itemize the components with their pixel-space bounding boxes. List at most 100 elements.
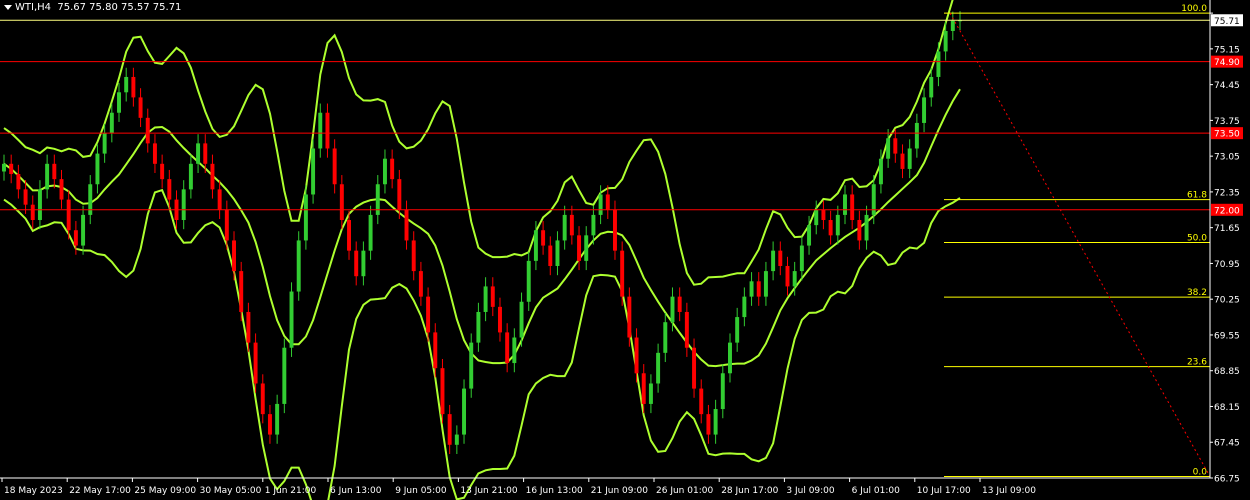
time-tick-label: 18 May 2023 <box>4 486 63 496</box>
candle-body <box>296 240 301 292</box>
fib-level-label: 61.8 <box>1187 191 1207 201</box>
candle-body <box>9 163 14 175</box>
candle-body <box>749 281 754 297</box>
candle-body <box>354 250 359 277</box>
candle-body <box>368 214 373 251</box>
candle-body <box>404 209 409 241</box>
candle-body <box>505 332 510 364</box>
candle-body <box>203 143 208 164</box>
price-chart[interactable]: 74.90 73.50 72.00 100.0 61.8 50.0 38.2 23.6 0.0 7… <box>0 0 1250 500</box>
candle-body <box>814 209 819 226</box>
candle-body <box>311 148 316 195</box>
candle-body <box>347 220 351 251</box>
candle-body <box>196 143 201 164</box>
symbol-header: WTI,H4 75.67 75.80 75.57 75.71 <box>4 2 181 13</box>
candle-body <box>95 153 100 185</box>
candle-body <box>735 317 740 343</box>
price-tick-label: 75.15 <box>1214 45 1240 55</box>
price-tick-label: 69.55 <box>1214 331 1240 341</box>
candle-body <box>282 347 287 404</box>
candle-body <box>886 138 891 159</box>
candle-body <box>433 332 438 369</box>
time-tick-label: 3 Jul 09:00 <box>786 486 835 496</box>
candle-body <box>117 92 121 113</box>
candle-body <box>88 184 93 215</box>
candle-body <box>720 373 725 410</box>
candle-body <box>699 388 704 415</box>
candle-body <box>390 158 395 180</box>
candle-body <box>447 414 452 445</box>
candle-body <box>217 189 222 210</box>
fib-trend-line <box>949 12 1211 477</box>
price-tick-label: 68.15 <box>1214 403 1240 413</box>
time-tick-label: 26 Jun 01:00 <box>656 486 713 496</box>
price-tick-label: 70.25 <box>1214 296 1240 306</box>
candle-body <box>728 342 732 374</box>
candle-body <box>512 337 517 364</box>
candle-body <box>548 245 553 266</box>
candle-body <box>936 51 941 77</box>
fib-level-label: 50.0 <box>1187 233 1207 243</box>
candle-body <box>59 179 64 200</box>
candle-body <box>569 214 574 236</box>
candle-body <box>900 153 905 169</box>
candle-body <box>426 296 431 333</box>
candle-body <box>30 204 35 221</box>
candle-body <box>66 199 71 231</box>
price-tick-label: 73.75 <box>1214 117 1240 127</box>
candle-body <box>799 245 804 272</box>
candle-body <box>821 209 826 221</box>
candle-body <box>656 352 661 384</box>
candle-body <box>138 97 143 118</box>
candle-body <box>52 163 57 180</box>
candle-body <box>332 148 337 185</box>
price-tick-label: 73.05 <box>1214 153 1240 163</box>
time-tick-label: 28 Jun 17:00 <box>721 486 778 496</box>
fib-level-label: 23.6 <box>1187 358 1207 368</box>
candle-body <box>871 184 876 215</box>
candle-body <box>497 306 502 333</box>
candle-body <box>253 342 258 384</box>
candle-body <box>361 250 366 277</box>
chart-canvas: 74.90 73.50 72.00 100.0 61.8 50.0 38.2 23.6 0.0 7… <box>0 0 1243 500</box>
candle-body <box>275 403 280 435</box>
candle-body <box>411 240 416 272</box>
candle-body <box>620 250 625 297</box>
candle-body <box>45 163 50 190</box>
candle-body <box>756 281 761 297</box>
candle-body <box>81 214 86 246</box>
candle-body <box>318 112 323 149</box>
candle-body <box>577 235 582 261</box>
candle-body <box>857 220 862 241</box>
candle-body <box>469 342 474 389</box>
time-tick-label: 13 Jul 09:00 <box>982 486 1036 496</box>
candle-body <box>73 230 78 246</box>
candle-body <box>835 214 840 236</box>
dropdown-triangle-icon[interactable] <box>4 4 12 10</box>
candle-body <box>584 235 589 261</box>
candle-body <box>16 174 21 190</box>
candle-body <box>634 337 639 374</box>
candle-body <box>462 388 467 435</box>
price-tick-label: 74.45 <box>1214 81 1240 91</box>
price-tick-label: 66.75 <box>1214 475 1240 485</box>
candle-body <box>843 194 847 215</box>
price-tick-label: 68.85 <box>1214 367 1240 377</box>
candle-body <box>713 409 718 435</box>
candle-body <box>670 296 675 323</box>
candle-body <box>382 158 387 185</box>
candle-body <box>23 189 28 205</box>
candle-body <box>145 117 150 144</box>
candle-body <box>605 194 610 210</box>
candle-body <box>684 311 689 348</box>
level-price-label: 74.90 <box>1214 58 1240 68</box>
candle-body <box>943 30 948 52</box>
candle-body <box>792 271 797 287</box>
time-tick-label: 16 Jun 13:00 <box>526 486 583 496</box>
fib-level-label: 38.2 <box>1187 288 1207 298</box>
candle-body <box>850 194 855 221</box>
price-tick-label: 67.45 <box>1214 439 1240 449</box>
candle-body <box>914 122 919 149</box>
time-tick-label: 22 May 17:00 <box>69 486 131 496</box>
candle-body <box>483 286 488 312</box>
